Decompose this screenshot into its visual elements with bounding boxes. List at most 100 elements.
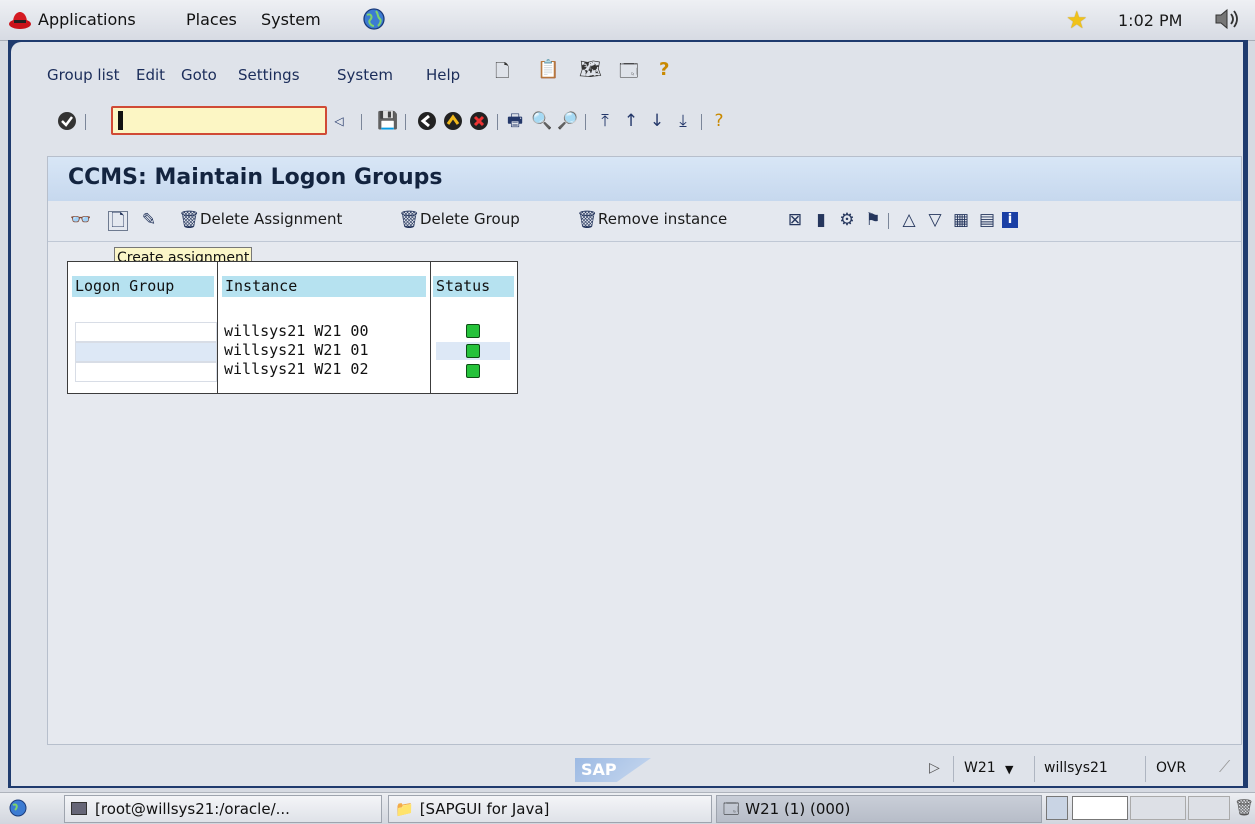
help-question-icon[interactable]: ? <box>659 59 669 80</box>
applications-menu[interactable]: Applications <box>38 10 136 29</box>
find-icon[interactable]: 🔍 <box>531 111 552 131</box>
logon-groups-table: Logon Group Instance Status willsys21 W2… <box>67 261 518 394</box>
header-logon-group[interactable]: Logon Group <box>72 276 214 297</box>
display-change-icon[interactable]: 👓 <box>70 209 92 231</box>
enter-check-icon[interactable] <box>57 111 77 131</box>
next-page-icon[interactable]: ↓ <box>647 111 667 131</box>
menu-goto[interactable]: Goto <box>181 66 217 84</box>
window-icon[interactable]: 🗔 <box>619 59 639 89</box>
change-pencil-icon[interactable]: ✎ <box>138 209 160 231</box>
task-w21[interactable]: 🗔 W21 (1) (000) <box>716 795 1042 823</box>
page-title: CCMS: Maintain Logon Groups <box>68 165 443 190</box>
redhat-logo-icon[interactable] <box>8 8 32 30</box>
resize-grip-icon[interactable]: ⟋ <box>1219 757 1230 777</box>
system-menu[interactable]: System <box>261 10 321 29</box>
command-field[interactable] <box>111 106 327 135</box>
layout-icon[interactable]: ▤ <box>976 209 998 231</box>
toolbar-separator <box>888 213 889 229</box>
command-history-icon[interactable]: ◁ <box>329 111 349 131</box>
previous-page-icon[interactable]: ↑ <box>621 111 641 131</box>
sapgui-client-area: Group list Edit Goto Settings System Hel… <box>11 42 1243 786</box>
workspace-4[interactable] <box>1188 796 1230 820</box>
menu-group-list[interactable]: Group list <box>47 66 119 84</box>
info-icon[interactable]: i <box>1002 212 1018 228</box>
details-icon[interactable]: ▮ <box>810 209 832 231</box>
remove-instance-trash-icon[interactable]: 🗑 <box>576 209 598 231</box>
delete-group-button[interactable]: Delete Group <box>420 210 520 228</box>
header-status[interactable]: Status <box>433 276 514 297</box>
workspace-3[interactable] <box>1130 796 1186 820</box>
logon-group-cell[interactable] <box>75 342 217 362</box>
filter-icon[interactable]: ▽ <box>924 209 946 231</box>
help-icon[interactable]: ? <box>709 111 729 131</box>
toolbar-separator <box>497 114 498 130</box>
create-assignment-icon[interactable]: 🗋 <box>108 211 128 231</box>
save-icon[interactable]: 💾 <box>377 111 398 131</box>
exit-icon[interactable] <box>443 111 463 131</box>
show-desktop-icon[interactable] <box>7 798 29 818</box>
status-separator <box>1145 756 1146 782</box>
print-icon[interactable]: 🖶 <box>505 111 525 131</box>
attributes-icon[interactable]: ⚙ <box>836 209 858 231</box>
delete-group-trash-icon[interactable]: 🗑 <box>398 209 420 231</box>
trash-icon[interactable]: 🗑 <box>1234 798 1254 817</box>
toolbar-separator <box>701 114 702 130</box>
delete-assignment-trash-icon[interactable]: 🗑 <box>178 209 200 231</box>
grid-icon[interactable]: ▦ <box>950 209 972 231</box>
places-menu[interactable]: Places <box>186 10 237 29</box>
menu-bar: Group list Edit Goto Settings System Hel… <box>11 42 1243 86</box>
toolbar-separator <box>361 114 362 130</box>
title-bar: CCMS: Maintain Logon Groups <box>48 157 1241 202</box>
first-page-icon[interactable]: ⤒ <box>595 111 615 131</box>
status-bar: SAP ▷ W21 ▼ willsys21 OVR ⟋ <box>11 746 1243 786</box>
task-sapgui[interactable]: 📁 [SAPGUI for Java] <box>388 795 712 823</box>
cancel-icon[interactable] <box>469 111 489 131</box>
toolbar-separator <box>585 114 586 130</box>
delete-assignment-button[interactable]: Delete Assignment <box>200 210 342 228</box>
taskbar: [root@willsys21:/oracle/... 📁 [SAPGUI for… <box>0 792 1255 824</box>
system-id: W21 <box>964 760 996 776</box>
application-toolbar: 👓 🗋 ✎ 🗑 Delete Assignment 🗑 Delete Group… <box>48 201 1241 242</box>
status-expand-icon[interactable]: ▷ <box>929 760 940 776</box>
sort-icon[interactable]: △ <box>898 209 920 231</box>
menu-edit[interactable]: Edit <box>136 66 165 84</box>
instance-cell[interactable]: willsys21 W21 02 <box>220 360 369 378</box>
volume-icon[interactable] <box>1213 6 1243 32</box>
menu-help[interactable]: Help <box>426 66 460 84</box>
workspace-1[interactable] <box>1046 796 1068 820</box>
back-icon[interactable] <box>417 111 437 131</box>
instance-cell[interactable]: willsys21 W21 00 <box>220 322 369 340</box>
status-green-icon <box>466 324 480 338</box>
remove-instance-button[interactable]: Remove instance <box>598 210 727 228</box>
status-separator <box>1034 756 1035 782</box>
workspace-2[interactable] <box>1072 796 1128 820</box>
last-page-icon[interactable]: ⤓ <box>673 111 693 131</box>
window-icon: 🗔 <box>723 800 740 818</box>
expand-icon[interactable]: ⊠ <box>784 209 806 231</box>
task-label: [root@willsys21:/oracle/... <box>95 800 290 818</box>
sapgui-window: ▁ □ ✕ Group list Edit Goto Settings Syst… <box>8 40 1248 788</box>
new-session-icon[interactable]: 🗋 <box>495 59 509 89</box>
layout-menu-icon[interactable]: 🗺 <box>579 59 602 80</box>
task-label: W21 (1) (000) <box>745 800 851 818</box>
sap-logo: SAP <box>575 758 651 782</box>
clock[interactable]: 1:02 PM <box>1118 11 1182 30</box>
find-next-icon[interactable]: 🔎 <box>557 111 578 131</box>
update-star-icon[interactable]: ★ <box>1066 6 1088 34</box>
toolbar-separator <box>85 114 86 130</box>
command-input[interactable] <box>113 108 321 129</box>
task-terminal[interactable]: [root@willsys21:/oracle/... <box>64 795 382 823</box>
logon-group-cell[interactable] <box>75 322 217 342</box>
load-distribution-icon[interactable]: ⚑ <box>862 209 884 231</box>
logon-group-cell[interactable] <box>75 362 217 382</box>
insert-mode[interactable]: OVR <box>1156 760 1186 776</box>
globe-icon[interactable] <box>362 7 386 31</box>
clipboard-icon[interactable]: 📋 <box>537 59 559 80</box>
header-instance[interactable]: Instance <box>222 276 426 297</box>
menu-settings[interactable]: Settings <box>238 66 300 84</box>
system-dropdown-icon[interactable]: ▼ <box>1005 763 1013 776</box>
column-divider <box>217 262 218 393</box>
menu-system[interactable]: System <box>337 66 393 84</box>
instance-cell[interactable]: willsys21 W21 01 <box>220 341 369 359</box>
text-cursor <box>118 111 123 130</box>
